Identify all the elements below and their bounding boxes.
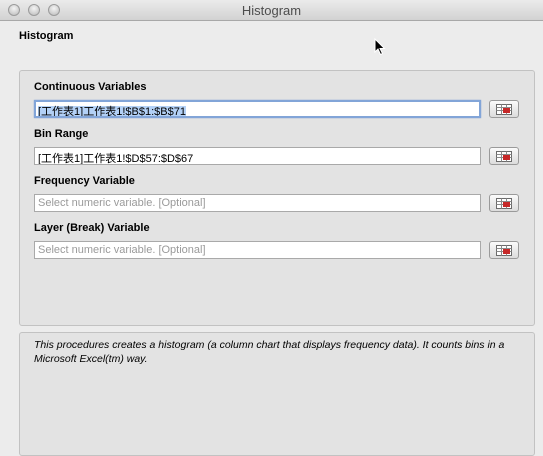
frequency-variable-picker-button[interactable] xyxy=(489,194,519,212)
dialog-heading: Histogram xyxy=(19,30,74,42)
window-title: Histogram xyxy=(241,3,302,18)
bin-range-input[interactable]: [工作表1]工作表1!$D$57:$D$67 xyxy=(34,147,481,165)
description-panel: This procedures creates a histogram (a c… xyxy=(19,332,535,456)
arrow-cursor-icon xyxy=(374,38,386,56)
range-select-icon xyxy=(496,245,512,256)
continuous-variables-value: [工作表1]工作表1!$B$1:$B$71 xyxy=(38,106,186,118)
range-select-icon xyxy=(496,151,512,162)
continuous-variables-label: Continuous Variables xyxy=(34,81,147,93)
bin-range-picker-button[interactable] xyxy=(489,147,519,165)
layer-break-variable-input[interactable]: Select numeric variable. [Optional] xyxy=(34,241,481,259)
layer-break-variable-picker-button[interactable] xyxy=(489,241,519,259)
bin-range-value: [工作表1]工作表1!$D$57:$D$67 xyxy=(38,153,194,165)
title-bar: Histogram xyxy=(0,0,543,21)
continuous-variables-input[interactable]: [工作表1]工作表1!$B$1:$B$71 xyxy=(34,100,481,118)
bin-range-label: Bin Range xyxy=(34,128,89,140)
description-text: This procedures creates a histogram (a c… xyxy=(34,339,505,365)
frequency-variable-label: Frequency Variable xyxy=(34,175,135,187)
frequency-variable-input[interactable]: Select numeric variable. [Optional] xyxy=(34,194,481,212)
range-select-icon xyxy=(496,104,512,115)
frequency-variable-placeholder: Select numeric variable. [Optional] xyxy=(38,197,206,209)
range-select-icon xyxy=(496,198,512,209)
continuous-variables-picker-button[interactable] xyxy=(489,100,519,118)
layer-break-variable-placeholder: Select numeric variable. [Optional] xyxy=(38,244,206,256)
layer-break-variable-label: Layer (Break) Variable xyxy=(34,222,150,234)
